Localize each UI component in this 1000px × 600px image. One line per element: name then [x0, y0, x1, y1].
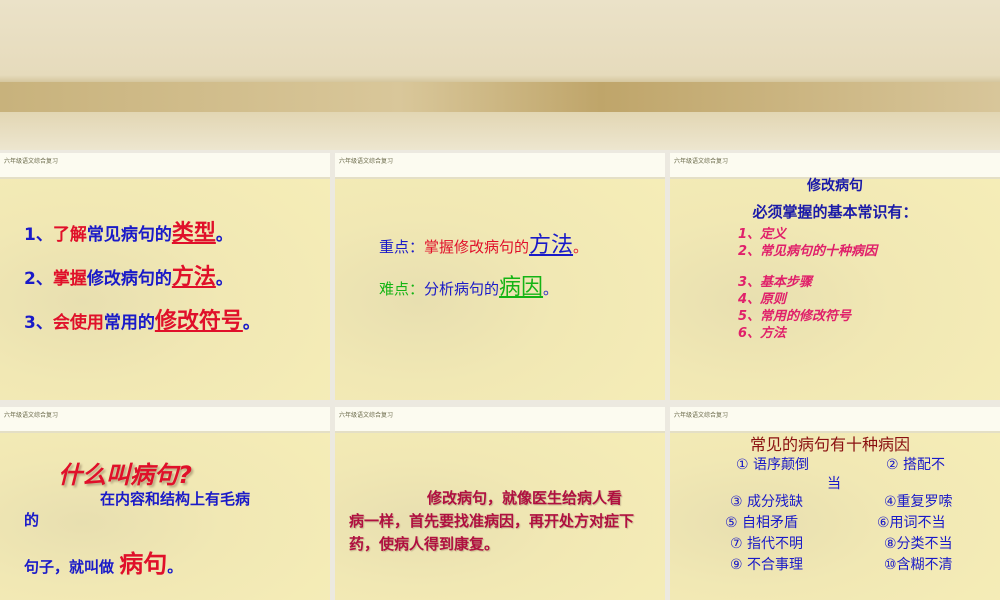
key-point: 重点：掌握修改病句的方法。	[379, 227, 665, 259]
slide-title: 什么叫病句?	[58, 461, 192, 489]
key-emphasis: 方法	[529, 233, 574, 258]
item-verb: 掌握	[52, 269, 87, 289]
item-end: 。	[215, 269, 233, 289]
item-end: 。	[242, 313, 260, 333]
item-keyword: 类型	[171, 221, 216, 246]
list-item: 2、常见病句的十种病因	[738, 244, 878, 259]
list-item: 5、常用的修改符号	[738, 309, 852, 324]
slide-title: 常见的病句有十种病因	[749, 435, 910, 454]
item-text: 常见病句的	[86, 225, 172, 245]
diff-emphasis: 病因	[499, 275, 544, 300]
slide-header: 六年级语文综合复习	[0, 407, 330, 433]
definition-line: 句子，就叫做 病句。	[24, 544, 330, 579]
slide-thumbnail-6[interactable]: 六年级语文综合复习 常见的病句有十种病因 ① 语序颠倒 ② 搭配不 当 ③ 成分残…	[670, 407, 1000, 600]
item-verb: 了解	[52, 225, 87, 245]
list-item: ② 搭配不	[886, 457, 946, 473]
item-text: 修改病句的	[86, 269, 172, 289]
slide-thumbnail-3[interactable]: 六年级语文综合复习 修改病句 必须掌握的基本常识有： 1、定义 2、常见病句的十…	[670, 153, 1000, 400]
list-item: ⑥用词不当	[877, 515, 946, 531]
list-item: 6、方法	[738, 326, 787, 341]
list-item: ⑨ 不合事理	[730, 557, 804, 573]
slide-thumbnail-2[interactable]: 六年级语文综合复习 重点：掌握修改病句的方法。 难点：分析病句的病因。	[335, 153, 665, 400]
item-keyword: 方法	[171, 265, 216, 290]
list-item: ① 语序颠倒	[736, 457, 810, 473]
list-item: 当	[827, 476, 841, 492]
slide-title: 修改病句	[807, 178, 863, 194]
slide-thumbnail-1[interactable]: 六年级语文综合复习 1、了解常见病句的类型。 2、掌握修改病句的方法。 3、会使…	[0, 153, 330, 400]
slide-body: 修改病句，就像医生给病人看病一样，首先要找准病因，再开处方对症下药，使病人得到康…	[349, 489, 635, 553]
list-item: 4、原则	[738, 292, 787, 307]
item-text: 常用的	[103, 313, 155, 333]
list-item: ③ 成分残缺	[730, 494, 804, 510]
item-verb: 会使用	[52, 313, 104, 333]
list-item: ④重复罗嗦	[884, 494, 953, 510]
list-item: ⑦ 指代不明	[730, 536, 804, 552]
slide-header: 六年级语文综合复习	[670, 407, 1000, 433]
item-number: 1、	[24, 225, 53, 245]
diff-label: 难点：	[379, 280, 425, 298]
definition-keyword: 病句	[119, 550, 168, 578]
item-number: 3、	[24, 313, 53, 333]
item-number: 2、	[24, 269, 53, 289]
slide-thumbnail-5[interactable]: 六年级语文综合复习 修改病句，就像医生给病人看病一样，首先要找准病因，再开处方对…	[335, 407, 665, 600]
key-text: 掌握修改病句的	[424, 238, 530, 256]
list-item: ⑤ 自相矛盾	[725, 515, 799, 531]
list-item: ⑩含糊不清	[884, 557, 953, 573]
diff-end: 。	[543, 280, 559, 298]
list-item: 2、掌握修改病句的方法。	[24, 259, 330, 291]
slide-thumbnail-4[interactable]: 六年级语文综合复习 什么叫病句? 在内容和结构上有毛病 的 句子，就叫做 病句。	[0, 407, 330, 600]
item-end: 。	[215, 225, 233, 245]
list-item: 1、定义	[738, 227, 787, 242]
slide-header: 六年级语文综合复习	[335, 153, 665, 179]
definition-text: 句子，就叫做	[24, 558, 115, 576]
item-keyword: 修改符号	[154, 309, 243, 334]
slide-header: 六年级语文综合复习	[335, 407, 665, 433]
key-label: 重点：	[379, 238, 425, 256]
banner-band	[0, 82, 1000, 112]
slide-subtitle: 必须掌握的基本常识有：	[752, 203, 918, 221]
list-item: 1、了解常见病句的类型。	[24, 215, 330, 247]
key-end: 。	[573, 238, 589, 256]
diff-text: 分析病句的	[424, 280, 500, 298]
definition-line: 在内容和结构上有毛病	[100, 490, 251, 508]
difficult-point: 难点：分析病句的病因。	[379, 269, 665, 301]
list-item: 3、基本步骤	[738, 275, 813, 290]
background-banner	[0, 0, 1000, 150]
definition-line: 的	[24, 511, 40, 529]
slide-header: 六年级语文综合复习	[0, 153, 330, 179]
definition-end: 。	[167, 558, 183, 576]
list-item: 3、会使用常用的修改符号。	[24, 303, 330, 335]
list-item: ⑧分类不当	[884, 536, 953, 552]
